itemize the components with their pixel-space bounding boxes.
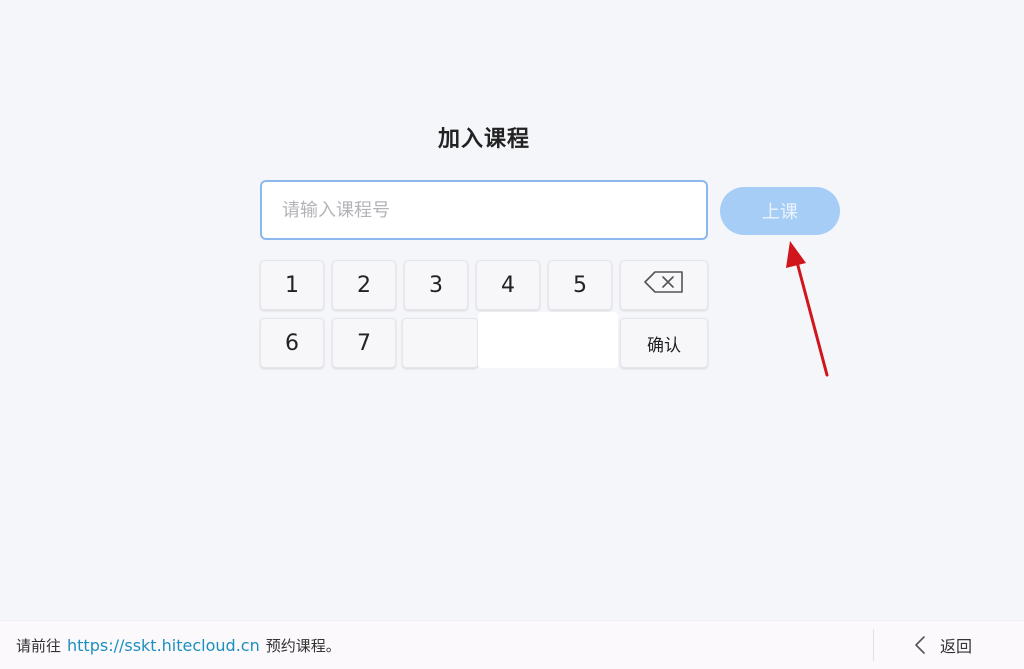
keypad-key-1[interactable]: 1 [260, 260, 324, 310]
keypad-obscured-area [478, 312, 618, 368]
keypad-backspace-key[interactable] [620, 260, 708, 310]
keypad-key-5[interactable]: 5 [548, 260, 612, 310]
keypad-key-2[interactable]: 2 [332, 260, 396, 310]
chevron-left-icon [915, 636, 925, 654]
booking-site-link[interactable]: https://sskt.hitecloud.cn [67, 636, 260, 655]
footer-divider [873, 629, 874, 661]
keypad-confirm-key[interactable]: 确认 [620, 318, 708, 368]
back-button[interactable]: 返回 [914, 621, 972, 669]
footer-suffix-text: 预约课程。 [265, 636, 341, 655]
join-class-button[interactable]: 上课 [720, 187, 840, 235]
keypad-key-4[interactable]: 4 [476, 260, 540, 310]
footer-prefix-text: 请前往 [16, 636, 62, 655]
back-button-label: 返回 [940, 637, 973, 656]
keypad-key-3[interactable]: 3 [404, 260, 468, 310]
keypad-key-7[interactable]: 7 [332, 318, 396, 368]
footer-bar: 请前往 https://sskt.hitecloud.cn 预约课程。 返回 [0, 620, 1024, 669]
keypad-key-obscured[interactable] [402, 318, 478, 368]
page-title: 加入课程 [437, 127, 530, 152]
keypad-key-6[interactable]: 6 [260, 318, 324, 368]
course-number-input[interactable] [280, 198, 706, 222]
backspace-icon [644, 271, 684, 299]
course-number-field[interactable] [260, 180, 708, 240]
